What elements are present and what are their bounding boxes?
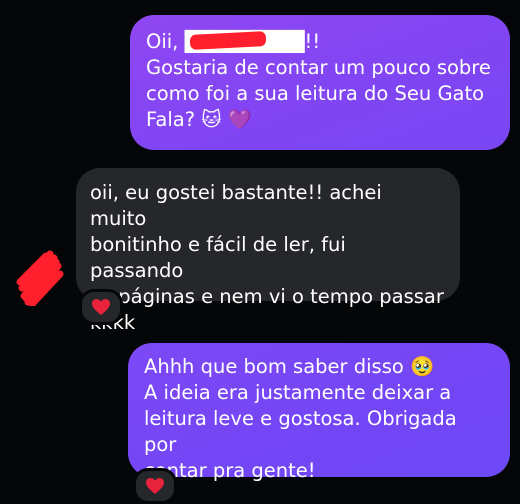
heart-reaction-icon xyxy=(92,299,110,315)
outgoing-message-2[interactable]: Ahhh que bom saber disso 🥹 A ideia era j… xyxy=(128,343,510,482)
outgoing-message-1[interactable]: Oii, ████████!! Gostaria de contar um po… xyxy=(130,15,510,150)
incoming-message-1[interactable]: oii, eu gostei bastante!! achei muito bo… xyxy=(76,168,460,334)
heart-reaction-icon xyxy=(146,478,164,494)
reaction-badge-outgoing[interactable] xyxy=(133,468,177,504)
reaction-badge-incoming[interactable] xyxy=(79,289,123,325)
avatar-redacted-icon xyxy=(16,250,64,306)
